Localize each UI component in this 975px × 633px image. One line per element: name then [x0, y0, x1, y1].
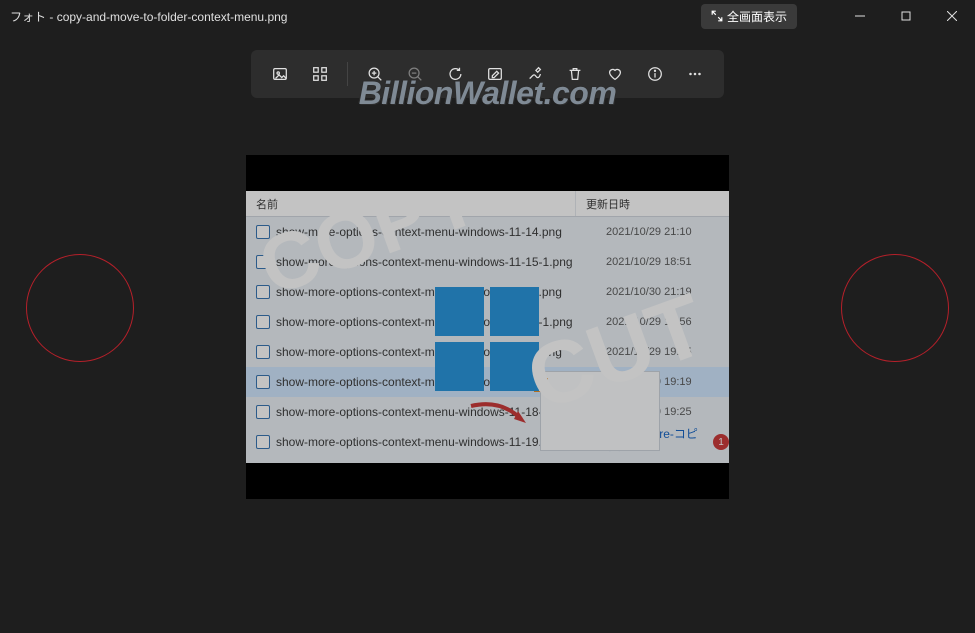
- toolbar-container: [0, 50, 975, 98]
- info-icon: [646, 65, 664, 83]
- close-icon: [947, 11, 957, 21]
- next-nav-highlight[interactable]: [841, 254, 949, 362]
- table-row: show-more-options-context-menu-windows-1…: [246, 247, 729, 277]
- file-icon: [256, 405, 270, 419]
- zoom-in-icon: [366, 65, 384, 83]
- filmstrip-button[interactable]: [261, 56, 299, 92]
- minimize-icon: [855, 11, 865, 21]
- edit-icon: [486, 65, 504, 83]
- drag-preview-box: [540, 371, 660, 451]
- minimize-button[interactable]: [837, 0, 883, 32]
- file-icon: [256, 435, 270, 449]
- info-button[interactable]: [636, 56, 674, 92]
- delete-button[interactable]: [556, 56, 594, 92]
- letterbox-top: [246, 155, 729, 191]
- rotate-icon: [446, 65, 464, 83]
- explorer-header: 名前 更新日時: [246, 191, 729, 217]
- column-date: 更新日時: [576, 191, 729, 216]
- app-name: フォト: [10, 10, 46, 24]
- file-icon: [256, 225, 270, 239]
- zoom-in-button[interactable]: [356, 56, 394, 92]
- file-icon: [256, 255, 270, 269]
- file-icon: [256, 375, 270, 389]
- prev-nav-highlight[interactable]: [26, 254, 134, 362]
- rotate-button[interactable]: [436, 56, 474, 92]
- column-name: 名前: [246, 191, 576, 216]
- windows-logo: [435, 287, 539, 391]
- edit-button[interactable]: [476, 56, 514, 92]
- maximize-icon: [901, 11, 911, 21]
- favorite-button[interactable]: [596, 56, 634, 92]
- expand-icon: [711, 10, 723, 22]
- zoom-out-button[interactable]: [396, 56, 434, 92]
- red-arrow: [466, 401, 536, 438]
- filmstrip-icon: [271, 65, 289, 83]
- apps-icon: [311, 65, 329, 83]
- delete-icon: [566, 65, 584, 83]
- fullscreen-button[interactable]: 全画面表示: [701, 4, 797, 29]
- file-icon: [256, 285, 270, 299]
- embedded-explorer: 名前 更新日時 show-more-options-context-menu-w…: [246, 191, 729, 463]
- image-canvas: 名前 更新日時 show-more-options-context-menu-w…: [246, 155, 729, 499]
- toolbar: [251, 50, 724, 98]
- file-icon: [256, 315, 270, 329]
- window-title: フォト - copy-and-move-to-folder-context-me…: [10, 8, 701, 25]
- draw-icon: [526, 65, 544, 83]
- maximize-button[interactable]: [883, 0, 929, 32]
- badge-1: 1: [713, 434, 729, 450]
- titlebar-right: 全画面表示: [701, 0, 975, 32]
- toolbar-separator: [347, 62, 348, 86]
- more-button[interactable]: [676, 56, 714, 92]
- fullscreen-label: 全画面表示: [727, 8, 787, 25]
- apps-button[interactable]: [301, 56, 339, 92]
- titlebar: フォト - copy-and-move-to-folder-context-me…: [0, 0, 975, 32]
- zoom-out-icon: [406, 65, 424, 83]
- more-icon: [686, 65, 704, 83]
- draw-button[interactable]: [516, 56, 554, 92]
- file-name: copy-and-move-to-folder-context-menu.png: [57, 10, 288, 24]
- favorite-icon: [606, 65, 624, 83]
- file-icon: [256, 345, 270, 359]
- letterbox-bottom: [246, 463, 729, 499]
- close-button[interactable]: [929, 0, 975, 32]
- table-row: show-more-options-context-menu-windows-1…: [246, 217, 729, 247]
